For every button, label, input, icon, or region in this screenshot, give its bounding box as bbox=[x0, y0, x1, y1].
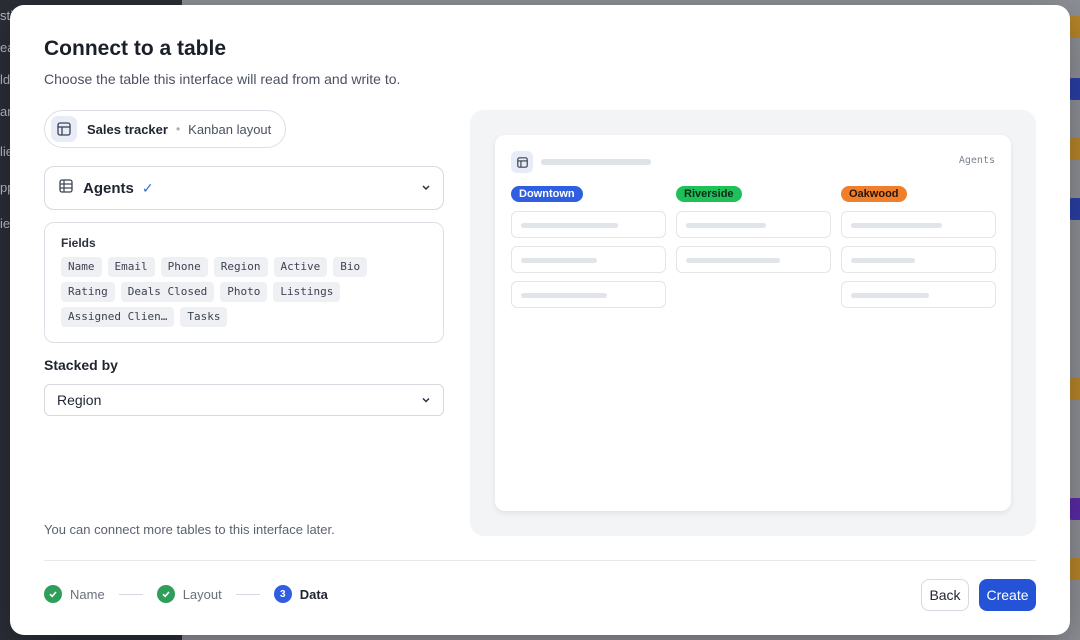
footer-divider bbox=[44, 560, 1036, 561]
check-icon bbox=[156, 585, 175, 603]
table-icon bbox=[51, 116, 77, 142]
field-tag: Assigned Clien… bbox=[61, 307, 175, 327]
source-chip: Sales tracker • Kanban layout bbox=[44, 110, 287, 148]
preview-card: Agents Downtown Riverside Oakwood bbox=[495, 135, 1011, 511]
progress-stepper: Name Layout 3 Data bbox=[44, 585, 328, 603]
stacked-by-value: Region bbox=[57, 392, 102, 408]
grid-icon bbox=[59, 179, 73, 197]
step-label: Layout bbox=[182, 586, 222, 602]
card-placeholder bbox=[676, 211, 831, 238]
field-tag: Tasks bbox=[180, 307, 228, 327]
field-tag: Active bbox=[273, 257, 328, 277]
kanban-column: Downtown bbox=[511, 184, 666, 308]
step-label: Data bbox=[299, 586, 328, 602]
stacked-by-select[interactable]: Region bbox=[44, 384, 444, 416]
card-placeholder bbox=[841, 281, 996, 308]
field-tag: Listings bbox=[273, 282, 341, 302]
step-number: 3 bbox=[273, 585, 292, 603]
check-icon: ✓ bbox=[141, 179, 154, 196]
field-tags: Name Email Phone Region Active Bio Ratin… bbox=[61, 257, 391, 327]
card-placeholder bbox=[676, 246, 831, 273]
field-tag: Phone bbox=[160, 257, 208, 277]
table-icon bbox=[511, 151, 533, 173]
kanban-column: Oakwood bbox=[841, 184, 996, 308]
field-tag: Rating bbox=[61, 282, 115, 302]
step-data: 3 Data bbox=[273, 585, 328, 603]
step-layout: Layout bbox=[156, 585, 222, 603]
source-name: Sales tracker bbox=[87, 121, 168, 137]
field-tag: Bio bbox=[333, 257, 368, 277]
field-tag: Photo bbox=[220, 282, 268, 302]
step-name: Name bbox=[44, 585, 105, 603]
field-tag: Email bbox=[107, 257, 155, 277]
chevron-down-icon bbox=[421, 180, 431, 197]
field-tag: Region bbox=[213, 257, 268, 277]
source-layout: Kanban layout bbox=[188, 121, 272, 137]
stacked-by-label: Stacked by bbox=[44, 357, 118, 373]
kanban-column: Riverside bbox=[676, 184, 831, 273]
dialog-title: Connect to a table bbox=[44, 37, 227, 60]
layout-preview: Agents Downtown Riverside Oakwood bbox=[470, 110, 1036, 536]
background-text: ie bbox=[0, 216, 11, 231]
back-button[interactable]: Back bbox=[921, 579, 969, 611]
preview-title-placeholder bbox=[541, 159, 651, 165]
fields-panel: Fields Name Email Phone Region Active Bi… bbox=[44, 222, 444, 343]
field-tag: Deals Closed bbox=[120, 282, 215, 302]
helper-note: You can connect more tables to this inte… bbox=[44, 522, 335, 537]
step-label: Name bbox=[70, 586, 105, 602]
table-select[interactable]: Agents ✓ bbox=[44, 166, 444, 210]
step-connector bbox=[118, 593, 143, 595]
separator-dot: • bbox=[175, 122, 181, 136]
card-placeholder bbox=[511, 246, 666, 273]
column-pill: Oakwood bbox=[841, 186, 907, 202]
card-placeholder bbox=[511, 211, 666, 238]
create-button[interactable]: Create bbox=[979, 579, 1036, 611]
field-tag: Name bbox=[61, 257, 102, 277]
chevron-down-icon bbox=[421, 392, 431, 408]
card-placeholder bbox=[841, 246, 996, 273]
step-connector bbox=[235, 593, 260, 595]
connect-table-dialog: Connect to a table Choose the table this… bbox=[10, 5, 1070, 635]
background-text: ld bbox=[0, 72, 11, 87]
selected-table-name: Agents bbox=[83, 179, 134, 197]
card-placeholder bbox=[841, 211, 996, 238]
column-pill: Riverside bbox=[676, 186, 742, 202]
column-pill: Downtown bbox=[511, 186, 583, 202]
fields-label: Fields bbox=[61, 236, 96, 250]
dialog-subtitle: Choose the table this interface will rea… bbox=[44, 71, 401, 87]
preview-table-name: Agents bbox=[958, 155, 995, 166]
check-icon bbox=[44, 585, 62, 603]
card-placeholder bbox=[511, 281, 666, 308]
